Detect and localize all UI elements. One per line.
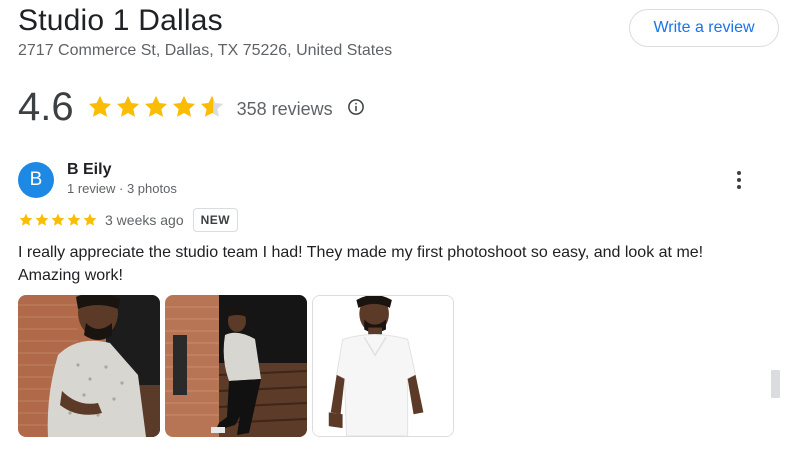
reviewer-meta: 1 review · 3 photos <box>67 181 177 196</box>
review-date: 3 weeks ago <box>105 212 184 228</box>
review-count[interactable]: 358 reviews <box>237 99 333 120</box>
place-address: 2717 Commerce St, Dallas, TX 75226, Unit… <box>18 42 393 59</box>
star-icon <box>144 95 167 117</box>
write-review-button[interactable]: Write a review <box>629 9 779 47</box>
avatar[interactable]: B <box>18 162 54 198</box>
star-icon <box>51 213 65 226</box>
star-icon <box>116 95 139 117</box>
star-icon <box>88 95 111 117</box>
new-badge: NEW <box>192 208 239 232</box>
rating-stars <box>86 93 226 121</box>
star-half-icon <box>200 95 223 117</box>
review-photo[interactable] <box>312 295 454 437</box>
star-icon <box>19 213 33 226</box>
star-icon <box>35 213 49 226</box>
rating-value: 4.6 <box>18 84 74 129</box>
star-icon <box>172 95 195 117</box>
review-photo[interactable] <box>18 295 160 437</box>
scrollbar-thumb[interactable] <box>771 370 780 398</box>
rating-summary: 4.6 358 reviews <box>18 84 365 130</box>
review-photo[interactable] <box>165 295 307 437</box>
place-title: Studio 1 Dallas <box>18 4 223 37</box>
review-text: I really appreciate the studio team I ha… <box>18 244 704 284</box>
info-icon[interactable] <box>347 98 365 116</box>
star-icon <box>83 213 97 226</box>
review-rating-row: 3 weeks ago NEW <box>18 208 239 232</box>
star-icon <box>67 213 81 226</box>
more-vertical-icon[interactable] <box>729 168 749 192</box>
review-stars <box>18 212 98 228</box>
reviewer-name[interactable]: B Eily <box>67 161 111 179</box>
